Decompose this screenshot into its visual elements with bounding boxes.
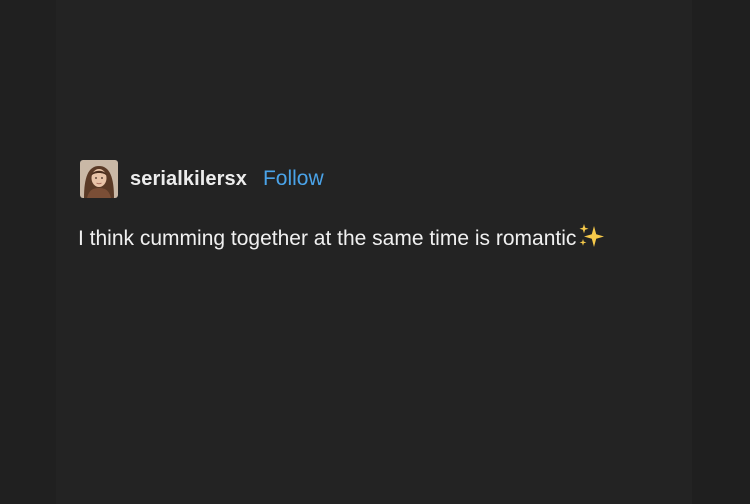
- sparkles-icon: [577, 223, 605, 259]
- post-header: serialkilersx Follow: [78, 158, 678, 200]
- left-margin: [0, 0, 56, 504]
- post-card: serialkilersx Follow I think cumming tog…: [78, 158, 678, 259]
- post-text: I think cumming together at the same tim…: [78, 227, 577, 250]
- screen: serialkilersx Follow I think cumming tog…: [0, 0, 750, 504]
- post-body: I think cumming together at the same tim…: [78, 222, 638, 259]
- follow-button[interactable]: Follow: [263, 167, 324, 191]
- right-margin: [692, 0, 750, 504]
- username[interactable]: serialkilersx: [130, 168, 247, 191]
- avatar[interactable]: [80, 160, 118, 198]
